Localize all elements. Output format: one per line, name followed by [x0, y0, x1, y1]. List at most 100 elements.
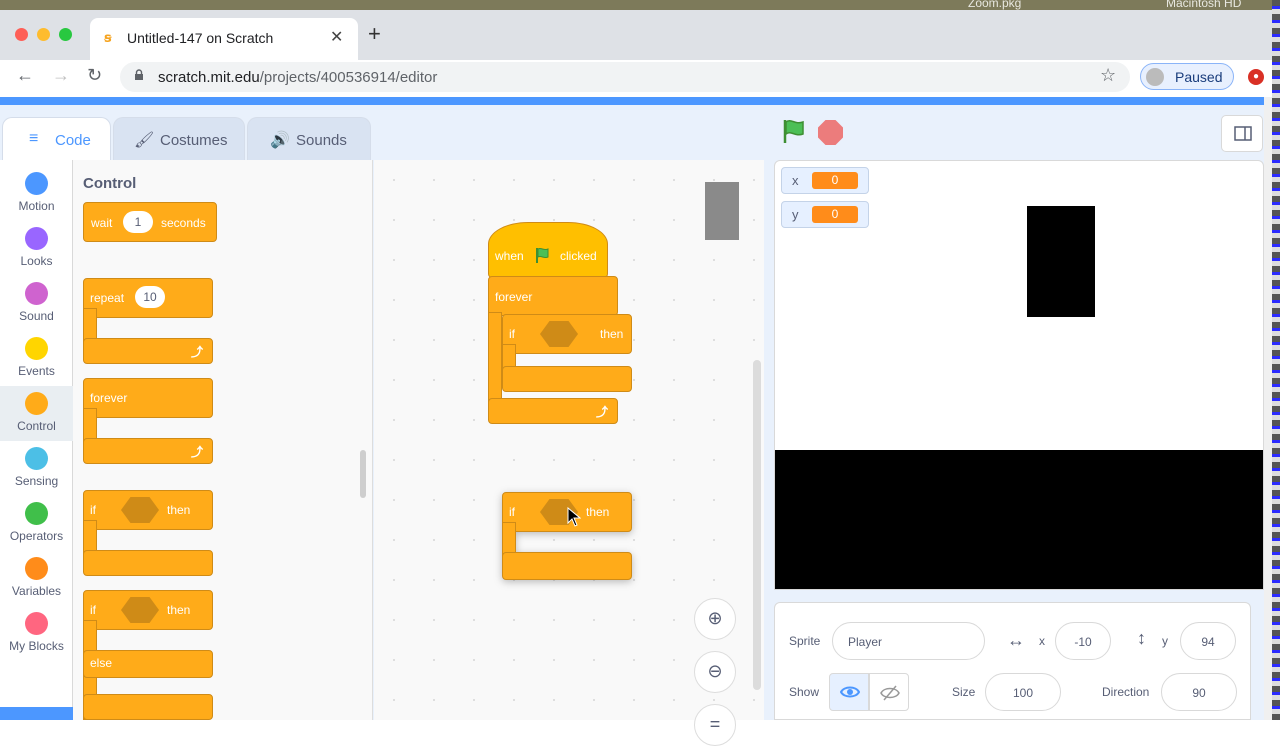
desktop-item-zoom[interactable]: Zoom.pkg [968, 0, 1021, 10]
reload-icon[interactable]: ↻ [87, 65, 102, 86]
avatar [1146, 68, 1164, 86]
show-visible-button[interactable] [829, 673, 869, 711]
zoom-out-icon[interactable]: ⊖ [694, 651, 736, 693]
monitor-label: x [792, 173, 799, 188]
block-palette: Control wait 1 seconds repeat 10 ⤴ forev… [73, 160, 373, 720]
category-looks[interactable]: Looks [0, 221, 73, 276]
profile-status: Paused [1175, 69, 1223, 85]
profile-button[interactable]: Paused [1140, 63, 1234, 90]
direction-field[interactable]: 90 [1161, 673, 1237, 711]
loop-arrow-icon: ⤴ [191, 345, 204, 359]
then-label: then [167, 503, 191, 517]
horizontal-arrows-icon: ↔ [1007, 630, 1025, 650]
y-variable-monitor[interactable]: y 0 [781, 201, 869, 228]
then-label: then [167, 603, 191, 617]
monitor-value: 0 [812, 172, 858, 189]
tab-sounds[interactable]: 🔊 Sounds [247, 117, 371, 160]
category-label: My Blocks [9, 639, 64, 653]
workspace-minimap-thumb[interactable] [705, 182, 739, 240]
desktop-background: Zoom.pkg Macintosh HD [0, 0, 1280, 10]
tab-code[interactable]: ≡ Code [2, 117, 111, 160]
lock-icon [135, 69, 143, 80]
sprite-name-field[interactable]: Player [832, 622, 985, 660]
wait-suffix: seconds [161, 216, 206, 230]
close-tab-icon[interactable]: ✕ [330, 27, 343, 47]
zoom-reset-icon[interactable]: = [694, 704, 736, 746]
wait-seconds-input[interactable]: 1 [123, 211, 153, 233]
green-flag-script[interactable]: when clicked forever ⤴ if then [488, 222, 633, 424]
if-then-block[interactable]: if then [502, 314, 632, 392]
scratch-menu-bar [0, 97, 1264, 105]
repeat-block[interactable]: repeat 10 ⤴ [83, 278, 213, 366]
y-position-field[interactable]: 94 [1180, 622, 1236, 660]
screen-edge-artifact [1272, 0, 1280, 720]
category-my-blocks[interactable]: My Blocks [0, 606, 73, 661]
bookmark-star-icon[interactable]: ☆ [1100, 65, 1116, 86]
category-sensing[interactable]: Sensing [0, 441, 73, 496]
address-bar[interactable]: scratch.mit.edu/projects/400536914/edito… [120, 62, 1130, 92]
tab-costumes[interactable]: 🖌 Costumes [113, 117, 245, 160]
eye-icon [840, 686, 860, 698]
zoom-window-button[interactable] [59, 28, 72, 41]
loop-arrow-icon: ⤴ [596, 405, 609, 419]
close-window-button[interactable] [15, 28, 28, 41]
browser-tab-bar: ꞩ Untitled-147 on Scratch ✕ + [0, 10, 1272, 60]
category-control[interactable]: Control [0, 386, 73, 441]
minimize-window-button[interactable] [37, 28, 50, 41]
variables-dot-icon [25, 557, 48, 580]
hat-clicked-label: clicked [560, 249, 597, 263]
if-then-block[interactable]: if then [83, 490, 213, 578]
events-dot-icon [25, 337, 48, 360]
scratch-favicon-icon: ꞩ [104, 30, 112, 45]
y-label: y [1162, 634, 1168, 648]
repeat-count-input[interactable]: 10 [135, 286, 165, 308]
category-label: Sensing [14, 474, 59, 488]
player-sprite[interactable] [1027, 206, 1095, 317]
forever-block[interactable]: forever ⤴ [83, 378, 213, 466]
loose-if-then-block[interactable]: if then [502, 492, 634, 580]
wait-block[interactable]: wait 1 seconds [83, 202, 217, 242]
category-label: Looks [20, 254, 53, 268]
back-icon[interactable]: ← [16, 65, 34, 86]
new-tab-icon[interactable]: + [368, 23, 381, 45]
forever-label: forever [495, 290, 533, 304]
script-workspace[interactable]: when clicked forever ⤴ if then if then ⊕… [374, 160, 764, 746]
if-label: if [509, 327, 515, 341]
x-variable-monitor[interactable]: x 0 [781, 167, 869, 194]
browser-tab[interactable]: ꞩ Untitled-147 on Scratch ✕ [90, 18, 358, 60]
if-then-else-block[interactable]: if then else [83, 590, 213, 720]
sprite-info-panel: Sprite Player ↔ x -10 ↕ y 94 Show Size 1… [774, 602, 1251, 720]
palette-section-title: Control [83, 175, 137, 192]
extension-button[interactable] [0, 707, 73, 720]
palette-scrollbar[interactable] [360, 450, 366, 498]
motion-dot-icon [25, 172, 48, 195]
layout-icon [1234, 126, 1252, 141]
workspace-scrollbar[interactable] [753, 360, 761, 690]
hat-when-label: when [495, 249, 524, 263]
sensing-dot-icon [25, 447, 48, 470]
sprite-label: Sprite [789, 634, 821, 648]
stage-canvas[interactable]: x 0 y 0 [774, 160, 1264, 590]
stage-layout-button[interactable] [1221, 115, 1263, 152]
category-label: Sound [19, 309, 54, 323]
stop-icon[interactable] [818, 120, 843, 145]
green-flag-icon [536, 247, 549, 263]
tab-costumes-label: Costumes [160, 132, 228, 149]
category-operators[interactable]: Operators [0, 496, 73, 551]
category-variables[interactable]: Variables [0, 551, 73, 606]
forward-icon[interactable]: → [52, 65, 70, 86]
zoom-in-icon[interactable]: ⊕ [694, 598, 736, 640]
category-motion[interactable]: Motion [0, 166, 73, 221]
speaker-icon: 🔊 [270, 132, 290, 149]
category-sound[interactable]: Sound [0, 276, 73, 331]
show-hidden-button[interactable] [869, 673, 909, 711]
desktop-item-hd[interactable]: Macintosh HD [1166, 0, 1241, 10]
green-flag-icon[interactable] [781, 118, 807, 144]
extension-icon[interactable]: ● [1248, 69, 1264, 85]
looks-dot-icon [25, 227, 48, 250]
eye-slash-icon [880, 685, 900, 701]
size-field[interactable]: 100 [985, 673, 1061, 711]
x-position-field[interactable]: -10 [1055, 622, 1111, 660]
vertical-arrows-icon: ↕ [1137, 628, 1146, 648]
category-events[interactable]: Events [0, 331, 73, 386]
